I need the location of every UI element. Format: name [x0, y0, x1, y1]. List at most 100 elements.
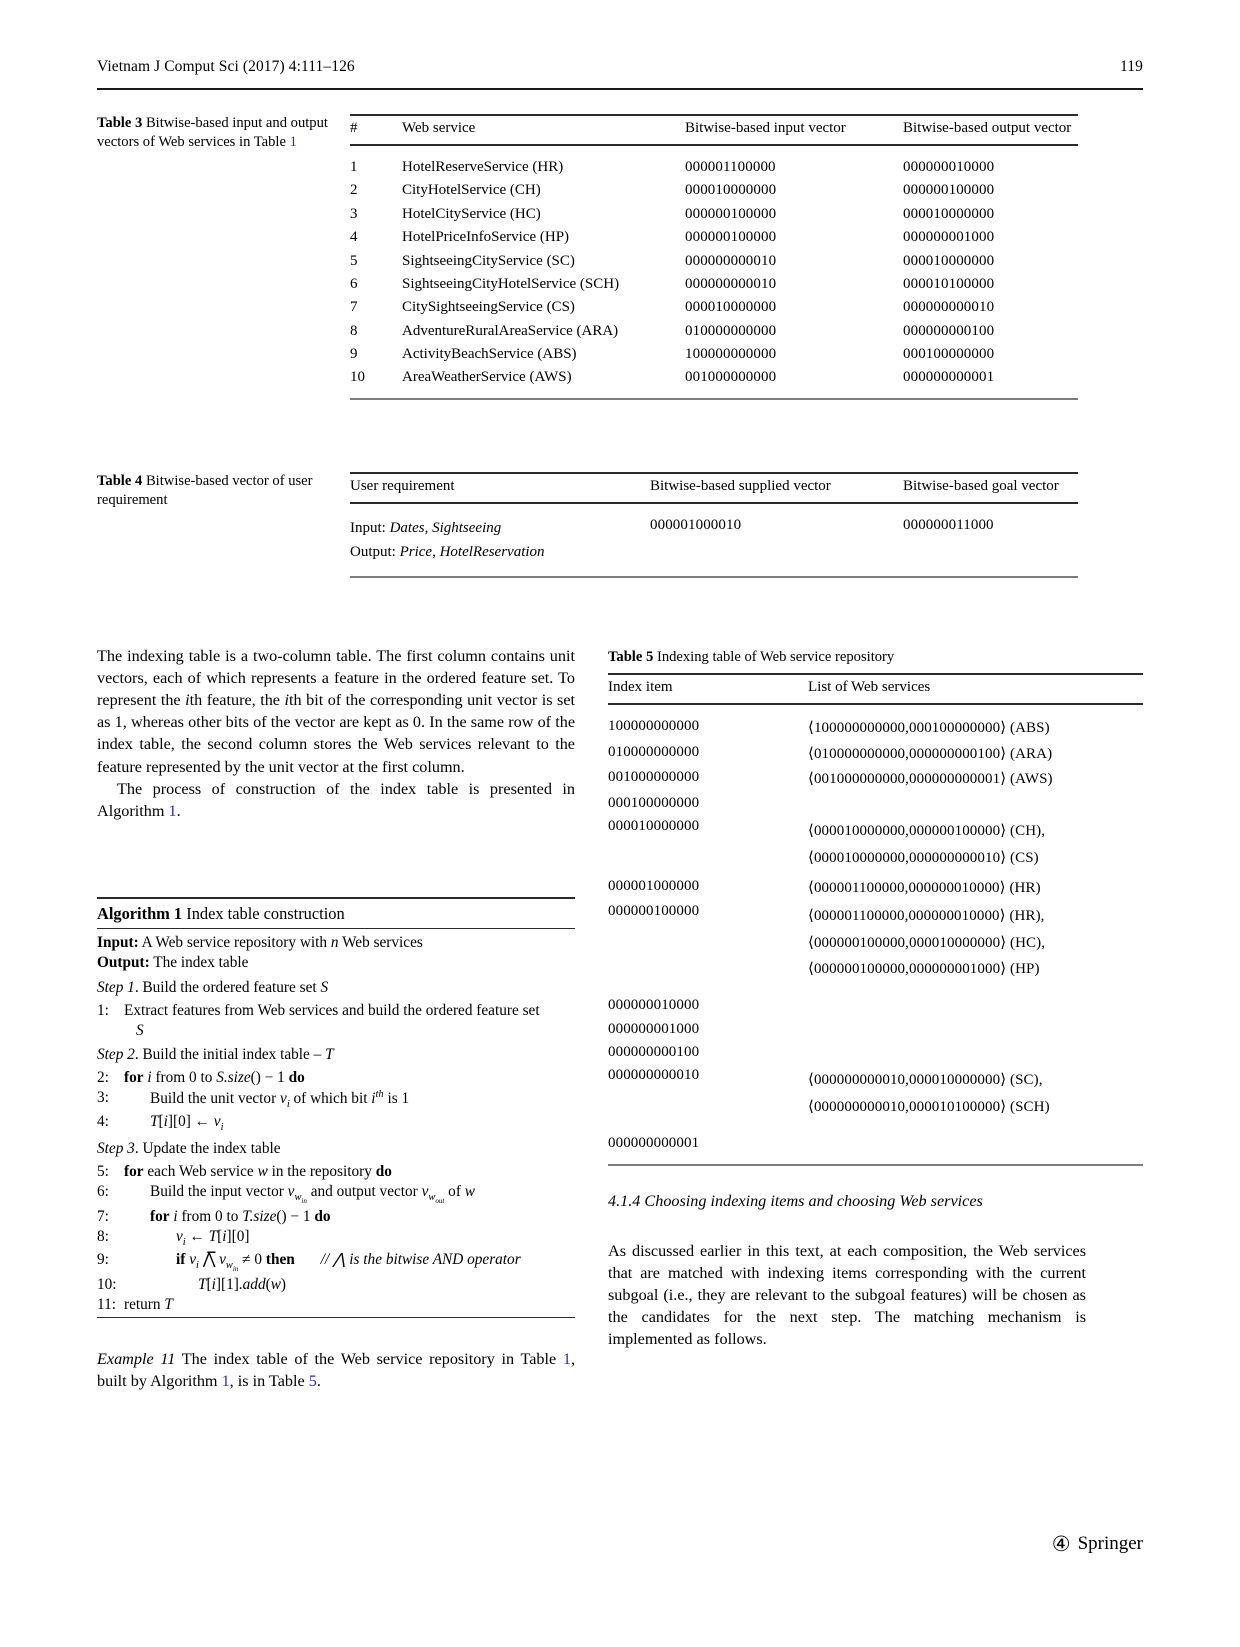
line-text: vi ← T[i][0]	[176, 1228, 250, 1249]
example-label: Example 11	[97, 1350, 176, 1368]
table-row: 1 HotelReserveService (HR) 000001100000 000…	[350, 145, 1078, 179]
service-list	[808, 791, 1143, 814]
service-list: ⟨000001100000,000000010000⟩ (HR), ⟨00000…	[808, 900, 1143, 986]
page-number: 119	[1120, 58, 1143, 75]
row-output-vector: 000000100000	[903, 182, 995, 199]
algorithm-input-text: A Web service repository with n Web serv…	[141, 934, 423, 952]
algorithm-output-label: Output:	[97, 954, 150, 972]
line-text: Extract features from Web services and b…	[124, 1001, 540, 1019]
table-row: 4 HotelPriceInfoService (HP) 000000100000 0…	[350, 226, 1078, 249]
row-output-vector: 000010100000	[903, 275, 995, 292]
example-text-post: .	[316, 1372, 321, 1391]
algorithm-line-9: 9: if vi ⋀̅ vwin ≠ 0 then // ⋀ is the bi…	[97, 1250, 575, 1275]
table-row: 6 SightseeingCityHotelService (SCH) 000000…	[350, 273, 1078, 296]
line-text: for i from 0 to T.size() − 1 do	[150, 1207, 331, 1225]
table3-col-2: Bitwise-based input vector	[685, 114, 903, 146]
row-index: 8	[350, 322, 358, 339]
row-index: 5	[350, 252, 358, 269]
example-link-algorithm1[interactable]: 1	[222, 1372, 230, 1390]
example-text-pre: The index table of the Web service repos…	[181, 1350, 557, 1368]
algorithm-title: Algorithm 1 Index table construction	[97, 899, 575, 929]
journal-reference: Vietnam J Comput Sci (2017) 4:111–126	[97, 58, 355, 75]
service-list	[808, 986, 1143, 1017]
paper-page: Vietnam J Comput Sci (2017) 4:111–126 11…	[0, 0, 1240, 1647]
index-item: 000000100000	[608, 903, 700, 920]
table3-col-0: #	[350, 114, 402, 146]
table-row: 000001000000 ⟨000001100000,000000010000⟩…	[608, 874, 1143, 899]
row-output-vector: 000000010000	[903, 159, 995, 175]
supplied-vector: 000001000010	[650, 503, 903, 579]
algorithm-title-label: Algorithm 1	[97, 904, 183, 923]
line-number: 10:	[97, 1275, 117, 1293]
algorithm-link[interactable]: 1	[169, 802, 177, 820]
service-list: ⟨000010000000,000000100000⟩ (CH), ⟨00001…	[808, 815, 1143, 875]
example-11: Example 11 The index table of the Web se…	[97, 1348, 575, 1392]
row-index: 2	[350, 182, 358, 199]
requirement-input-value: Dates, Sightseeing	[389, 520, 502, 536]
table-row: 100000000000 ⟨100000000000,000100000000⟩…	[608, 704, 1143, 740]
table3-caption-link[interactable]: 1	[290, 134, 297, 150]
requirement-input-label: Input:	[350, 520, 386, 536]
row-service: SightseeingCityService (SC)	[402, 252, 575, 269]
row-input-vector: 000000000010	[685, 252, 777, 269]
section-paragraph-text: As discussed earlier in this text, at ea…	[608, 1242, 1086, 1349]
index-item: 000000010000	[608, 997, 700, 1014]
row-index: 6	[350, 275, 358, 292]
table4-caption: Table 4 Bitwise-based vector of user req…	[97, 472, 350, 511]
table3-block: Table 3 Bitwise-based input and output v…	[97, 114, 1078, 401]
line-text: T[i][1].add(w)	[198, 1275, 287, 1293]
row-input-vector: 000001100000	[685, 159, 776, 175]
table-row: 001000000000 ⟨001000000000,000000000001⟩…	[608, 766, 1143, 791]
running-head: Vietnam J Comput Sci (2017) 4:111–126 11…	[97, 58, 1143, 76]
table5-caption-text: Indexing table of Web service repository	[656, 649, 895, 665]
row-service: AdventureRuralAreaService (ARA)	[402, 322, 619, 339]
example-link-table5[interactable]: 5	[309, 1372, 317, 1390]
algorithm-return-line: 11: return T	[97, 1295, 575, 1319]
requirement-output-value: Price, HotelReservation	[399, 543, 545, 560]
table-row: 000000000100	[608, 1041, 1143, 1064]
line-text: for i from 0 to S.size() − 1 do	[124, 1068, 305, 1086]
line-number: 2:	[97, 1068, 109, 1086]
index-item: 001000000000	[608, 769, 700, 786]
table-row: 000010000000 ⟨000010000000,000000100000⟩…	[608, 815, 1143, 875]
table3-caption-label: Table 3	[97, 115, 143, 131]
line-number: 9:	[97, 1251, 109, 1269]
table3-header-row: # Web service Bitwise-based input vector…	[350, 114, 1078, 146]
service-list: ⟨000001100000,000000010000⟩ (HR)	[808, 879, 1041, 896]
line-number: 3:	[97, 1089, 109, 1107]
example-link-table1[interactable]: 1	[563, 1350, 571, 1368]
algorithm-line-3: 3: Build the unit vector vi of which bit…	[97, 1088, 575, 1112]
line-text: return T	[124, 1296, 173, 1314]
row-input-vector: 000000000010	[685, 275, 777, 292]
goal-vector: 000000011000	[903, 503, 1078, 579]
algorithm-line-1-cont: S	[97, 1021, 575, 1041]
algorithm-step-3: Step 3. Update the index table	[97, 1139, 281, 1157]
table4-col-0: User requirement	[350, 472, 650, 504]
row-output-vector: 000000001000	[903, 229, 995, 246]
line-number: 7:	[97, 1207, 109, 1225]
line-comment: // ⋀ is the bitwise AND operator	[320, 1251, 521, 1269]
row-index: 4	[350, 229, 358, 246]
service-list: ⟨010000000000,000000000100⟩ (ARA)	[808, 745, 1053, 762]
algorithm-line-8: 8: vi ← T[i][0]	[97, 1227, 575, 1250]
algorithm-title-text: Index table construction	[186, 904, 345, 923]
algorithm-output-text: The index table	[153, 954, 249, 972]
table4-body: Input: Dates, Sightseeing Output: Price,…	[350, 503, 1078, 579]
table4-header-row: User requirement Bitwise-based supplied …	[350, 472, 1078, 504]
table-row: 000000000001	[608, 1123, 1143, 1166]
algorithm-box: Algorithm 1 Index table construction Inp…	[97, 897, 575, 1319]
row-service: HotelReserveService (HR)	[402, 159, 564, 175]
service-entry: ⟨000000000010,000010100000⟩ (SCH)	[808, 1099, 1050, 1116]
algorithm-line-10: 10: T[i][1].add(w)	[97, 1275, 575, 1295]
table3: # Web service Bitwise-based input vector…	[350, 114, 1078, 401]
header-divider	[97, 88, 1143, 90]
service-entry: ⟨000000100000,000000001000⟩ (HP)	[808, 961, 1040, 978]
paragraph-algorithm-ref: The process of construction of the index…	[97, 778, 575, 822]
table5-col-0: Index item	[608, 673, 808, 706]
row-output-vector: 000100000000	[903, 346, 995, 362]
index-item: 100000000000	[608, 718, 700, 735]
line-number: 5:	[97, 1163, 109, 1181]
line-text: for each Web service w in the repository…	[124, 1163, 392, 1181]
service-entry: ⟨000001100000,000000010000⟩ (HR),	[808, 908, 1045, 925]
index-item: 000000000010	[608, 1067, 700, 1084]
